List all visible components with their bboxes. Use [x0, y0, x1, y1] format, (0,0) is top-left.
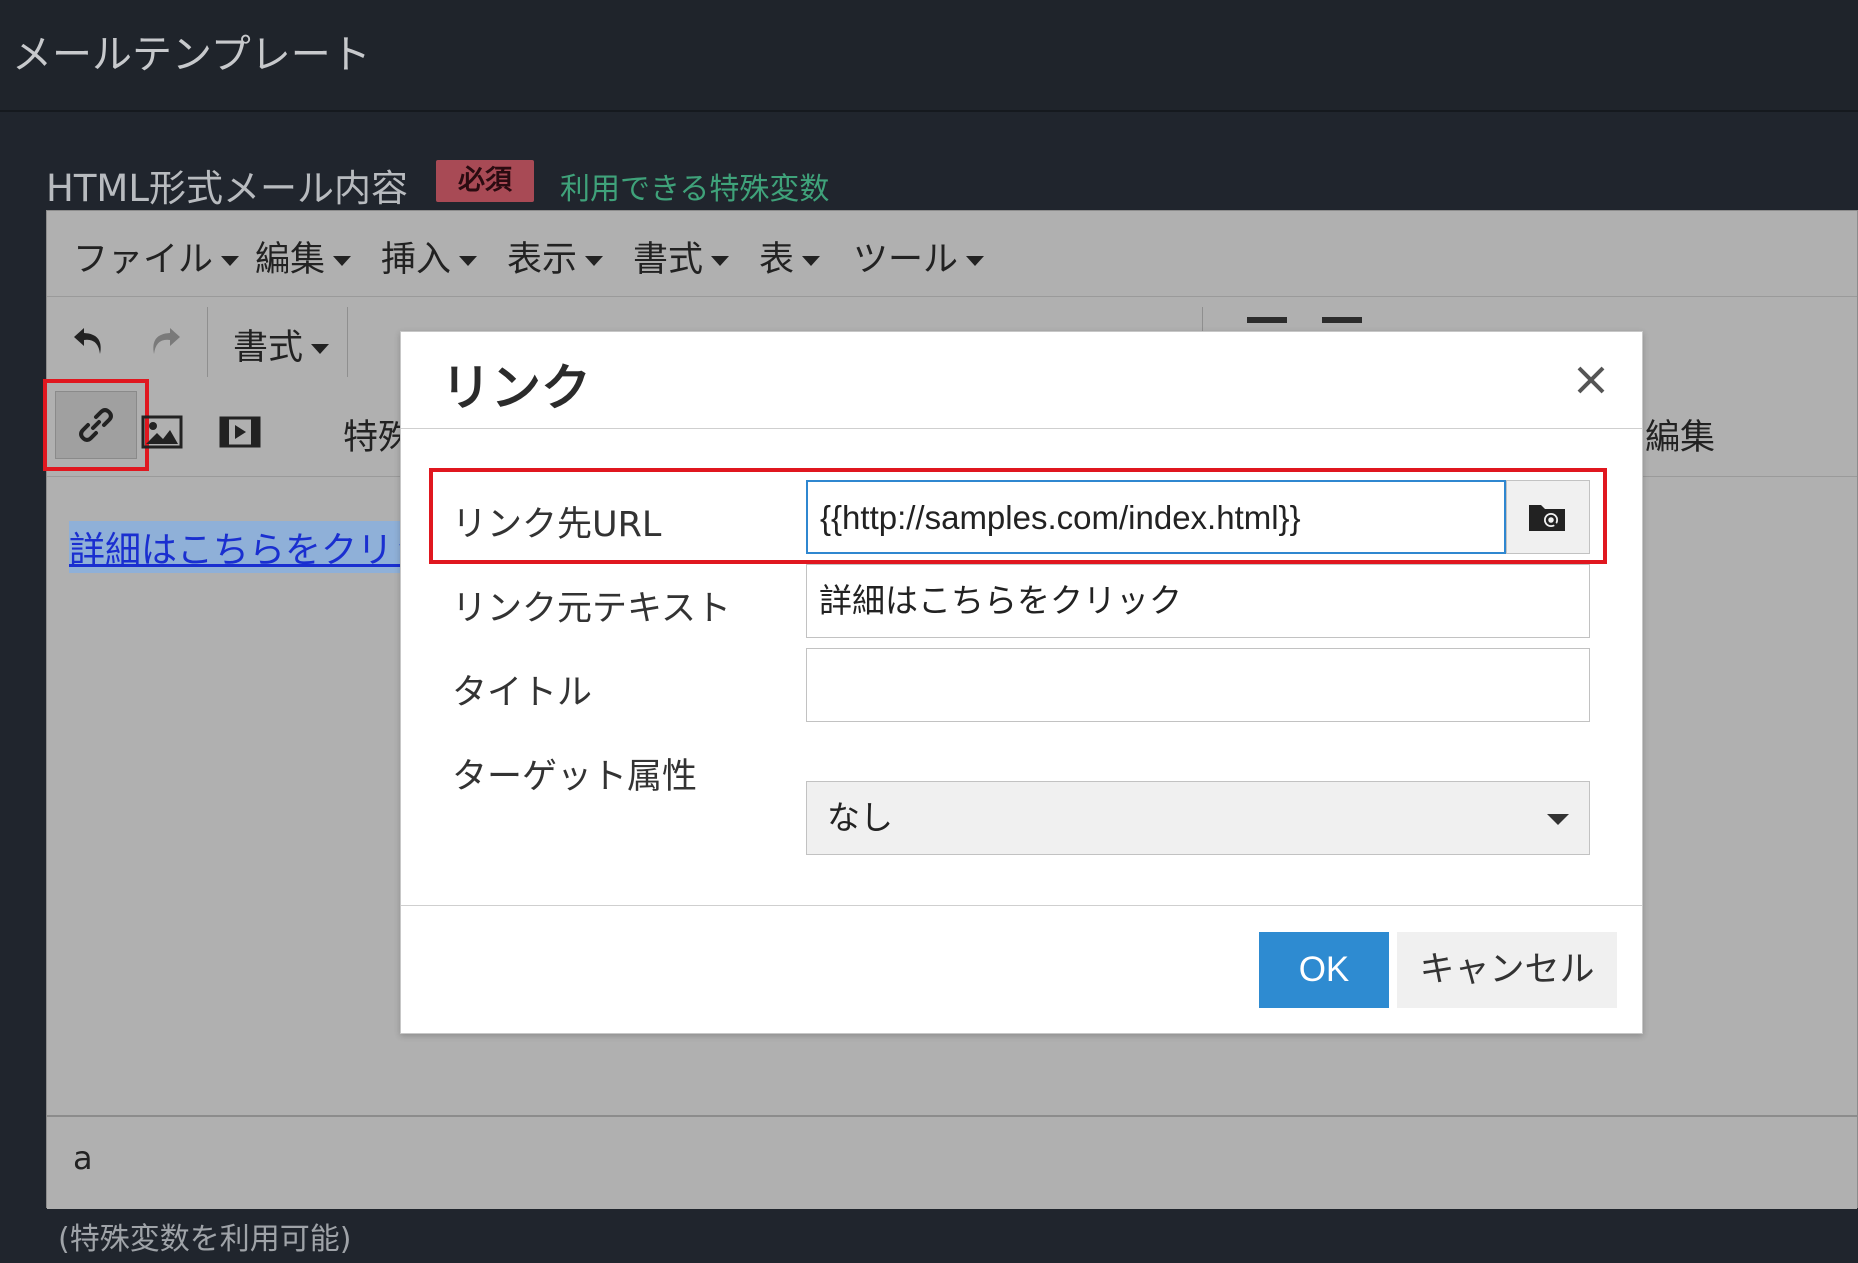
- browse-button[interactable]: [1506, 480, 1590, 554]
- dialog-footer-divider: [401, 905, 1642, 906]
- special-variables-link[interactable]: 利用できる特殊変数: [560, 164, 829, 208]
- target-select[interactable]: なし: [806, 781, 1590, 855]
- title-label: タイトル: [452, 673, 593, 713]
- field-label: HTML形式メール内容: [46, 167, 408, 210]
- chevron-down-icon: [711, 256, 730, 266]
- page-title: メールテンプレート: [12, 32, 371, 78]
- link-dialog: リンク リンク先URL {{http://samples.com/index.h…: [400, 331, 1643, 1034]
- align-button-partial[interactable]: [1322, 317, 1362, 323]
- menu-table[interactable]: 表: [759, 231, 821, 282]
- undo-icon: [74, 328, 101, 354]
- ok-button[interactable]: OK: [1259, 932, 1389, 1008]
- dialog-title: リンク: [441, 359, 591, 417]
- chevron-down-icon: [1547, 814, 1569, 825]
- footnote: (特殊変数を利用可能): [58, 1222, 352, 1257]
- url-label: リンク先URL: [452, 505, 662, 545]
- link-text-input[interactable]: 詳細はこちらをクリック: [806, 564, 1590, 638]
- image-icon: [141, 415, 183, 449]
- redo-icon: [153, 328, 180, 354]
- menu-format[interactable]: 書式: [633, 231, 730, 282]
- close-button[interactable]: [1571, 360, 1611, 400]
- chevron-down-icon: [311, 344, 330, 354]
- edit-source-button[interactable]: 編集: [1645, 409, 1715, 460]
- chevron-down-icon: [802, 256, 821, 266]
- toolbar-divider: [347, 307, 348, 377]
- editor-statusbar: a: [47, 1115, 1857, 1209]
- required-badge: 必須: [436, 160, 534, 202]
- chevron-down-icon: [459, 256, 478, 266]
- link-text-label: リンク元テキスト: [452, 589, 731, 629]
- chevron-down-icon: [221, 256, 240, 266]
- chevron-down-icon: [966, 256, 985, 266]
- insert-image-button[interactable]: [127, 397, 197, 467]
- close-icon: [1577, 366, 1605, 394]
- format-dropdown[interactable]: 書式: [233, 319, 330, 370]
- menu-tools[interactable]: ツール: [853, 231, 985, 282]
- element-path[interactable]: a: [73, 1139, 93, 1177]
- toolbar-divider: [207, 307, 208, 377]
- redo-button[interactable]: [129, 305, 199, 375]
- editor-content-link[interactable]: 詳細はこちらをクリッ: [69, 521, 430, 573]
- menu-view[interactable]: 表示: [507, 231, 604, 282]
- top-bar: メールテンプレート: [0, 0, 1858, 112]
- menu-edit[interactable]: 編集: [255, 231, 352, 282]
- title-input[interactable]: [806, 648, 1590, 722]
- chevron-down-icon: [333, 256, 352, 266]
- undo-button[interactable]: [55, 305, 125, 375]
- url-input[interactable]: {{http://samples.com/index.html}}: [806, 480, 1506, 554]
- chevron-down-icon: [585, 256, 604, 266]
- film-icon: [219, 416, 261, 448]
- folder-search-icon: [1529, 505, 1565, 531]
- editor-menubar: ファイル 編集 挿入 表示 書式 表 ツール: [47, 211, 1857, 297]
- cancel-button[interactable]: キャンセル: [1397, 932, 1617, 1008]
- dialog-header-divider: [401, 428, 1642, 429]
- target-label: ターゲット属性: [452, 757, 698, 797]
- menu-insert[interactable]: 挿入: [381, 231, 478, 282]
- menu-file[interactable]: ファイル: [73, 231, 240, 282]
- align-button-partial[interactable]: [1247, 317, 1287, 323]
- target-select-value: なし: [827, 798, 893, 837]
- insert-media-button[interactable]: [205, 397, 275, 467]
